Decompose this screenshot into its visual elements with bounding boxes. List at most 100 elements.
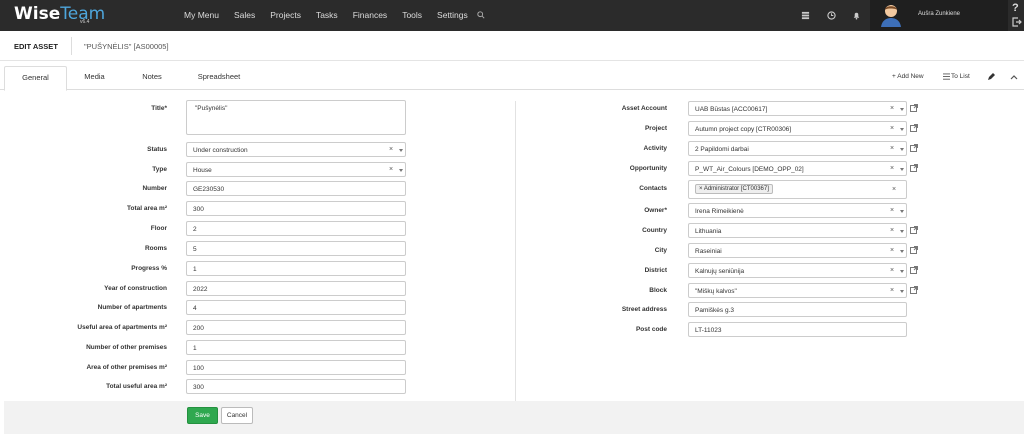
nav-my-menu[interactable]: My Menu — [184, 10, 219, 20]
tab-general[interactable]: General — [4, 66, 67, 91]
clear-icon: × — [890, 165, 895, 172]
total-useful-label: Total useful area m² — [106, 383, 167, 390]
nav-tools[interactable]: Tools — [402, 10, 422, 20]
rooms-input[interactable]: 5 — [186, 241, 406, 256]
other-area-input[interactable]: 100 — [186, 360, 406, 375]
clear-icon: × — [890, 287, 895, 294]
clear-icon: × — [389, 146, 394, 153]
app-version: v6.4 — [80, 19, 90, 25]
user-menu[interactable]: Aušra Zunkiene — [870, 0, 1008, 31]
chevron-down-icon — [399, 149, 403, 152]
chevron-down-icon — [900, 230, 904, 233]
tab-media[interactable]: Media — [72, 66, 117, 91]
other-prem-label: Number of other premises — [86, 344, 167, 351]
nav-finances[interactable]: Finances — [353, 10, 388, 20]
floor-input[interactable]: 2 — [186, 221, 406, 236]
status-select[interactable]: Under construction × — [186, 142, 406, 157]
search-icon[interactable] — [477, 11, 485, 19]
contacts-multiselect[interactable]: × Administrator [CT00367] × — [688, 180, 907, 199]
apartments-label: Number of apartments — [97, 304, 167, 311]
list-icon — [943, 73, 950, 80]
district-select[interactable]: Kalnujų seniūnija × — [688, 263, 907, 278]
type-select[interactable]: House × — [186, 162, 406, 177]
useful-apart-input[interactable]: 200 — [186, 320, 406, 335]
cancel-button[interactable]: Cancel — [221, 407, 253, 424]
page-header: EDIT ASSET "PUŠYNĖLIS" [AS00005] — [0, 31, 1024, 61]
apartments-input[interactable]: 4 — [186, 300, 406, 315]
open-link-icon[interactable] — [910, 246, 918, 254]
city-label: City — [654, 247, 667, 254]
asset-account-select[interactable]: UAB Būstas [ACC00617] × — [688, 101, 907, 116]
clear-icon: × — [890, 125, 895, 132]
clear-icon: × — [890, 207, 895, 214]
city-select[interactable]: Raseiniai × — [688, 243, 907, 258]
post-code-input[interactable]: LT-11023 — [688, 322, 907, 337]
status-label: Status — [147, 146, 167, 153]
open-link-icon[interactable] — [910, 144, 918, 152]
chevron-up-icon[interactable] — [1010, 73, 1018, 81]
title-input[interactable]: "Pušynėlis" — [186, 100, 406, 135]
header-divider — [71, 37, 72, 55]
open-link-icon[interactable] — [910, 124, 918, 132]
post-code-label: Post code — [635, 326, 667, 333]
open-link-icon[interactable] — [910, 226, 918, 234]
chevron-down-icon — [900, 108, 904, 111]
progress-input[interactable]: 1 — [186, 261, 406, 276]
chevron-down-icon — [900, 210, 904, 213]
column-divider — [515, 101, 516, 401]
clear-icon: × — [890, 105, 895, 112]
asset-account-label: Asset Account — [621, 105, 667, 112]
nav-tasks[interactable]: Tasks — [316, 10, 338, 20]
other-area-label: Area of other premises m² — [86, 364, 167, 371]
street-input[interactable]: Pamiškės g.3 — [688, 302, 907, 317]
year-label: Year of construction — [104, 285, 167, 292]
to-list-button[interactable]: To List — [951, 73, 970, 80]
project-select[interactable]: Autumn project copy [CTR00306] × — [688, 121, 907, 136]
add-new-button[interactable]: + Add New — [892, 73, 924, 80]
year-input[interactable]: 2022 — [186, 281, 406, 296]
grid-menu-icon[interactable] — [801, 11, 810, 20]
help-icon[interactable]: ? — [1012, 2, 1019, 14]
country-select[interactable]: Lithuania × — [688, 223, 907, 238]
block-label: Block — [649, 287, 667, 294]
top-navbar: WiseTeam v6.4 My Menu Sales Projects Tas… — [0, 0, 1024, 31]
district-label: District — [644, 267, 667, 274]
chevron-down-icon — [900, 148, 904, 151]
progress-label: Progress % — [131, 265, 167, 272]
clear-icon: × — [890, 227, 895, 234]
clock-icon[interactable] — [827, 11, 836, 20]
open-link-icon[interactable] — [910, 104, 918, 112]
open-link-icon[interactable] — [910, 266, 918, 274]
block-select[interactable]: "Miškų kalvos" × — [688, 283, 907, 298]
form-footer: Save Cancel — [4, 401, 1024, 434]
chevron-down-icon — [900, 128, 904, 131]
title-label: Title* — [151, 105, 167, 112]
nav-projects[interactable]: Projects — [270, 10, 301, 20]
total-useful-input[interactable]: 300 — [186, 379, 406, 394]
app-logo[interactable]: WiseTeam — [14, 4, 105, 24]
contact-chip[interactable]: × Administrator [CT00367] — [695, 184, 773, 194]
user-name: Aušra Zunkiene — [918, 11, 961, 17]
save-button[interactable]: Save — [187, 407, 218, 424]
record-title: "PUŠYNĖLIS" [AS00005] — [84, 42, 169, 51]
contacts-label: Contacts — [639, 185, 667, 192]
open-link-icon[interactable] — [910, 286, 918, 294]
tab-notes[interactable]: Notes — [130, 66, 174, 91]
clear-icon: × — [389, 166, 394, 173]
number-input[interactable]: GE230530 — [186, 181, 406, 196]
logout-icon[interactable] — [1012, 17, 1022, 27]
opportunity-select[interactable]: P_WT_Air_Colours [DEMO_OPP_02] × — [688, 161, 907, 176]
nav-sales[interactable]: Sales — [234, 10, 255, 20]
number-label: Number — [142, 185, 167, 192]
nav-settings[interactable]: Settings — [437, 10, 468, 20]
pencil-icon[interactable] — [987, 73, 995, 81]
activity-select[interactable]: 2 Papildomi darbai × — [688, 141, 907, 156]
tab-spreadsheet[interactable]: Spreadsheet — [186, 66, 252, 91]
bell-icon[interactable] — [852, 11, 861, 20]
floor-label: Floor — [150, 225, 167, 232]
clear-icon: × — [890, 267, 895, 274]
other-prem-input[interactable]: 1 — [186, 340, 406, 355]
owner-select[interactable]: Irena Rimeikienė × — [688, 203, 907, 218]
open-link-icon[interactable] — [910, 164, 918, 172]
total-area-input[interactable]: 300 — [186, 201, 406, 216]
